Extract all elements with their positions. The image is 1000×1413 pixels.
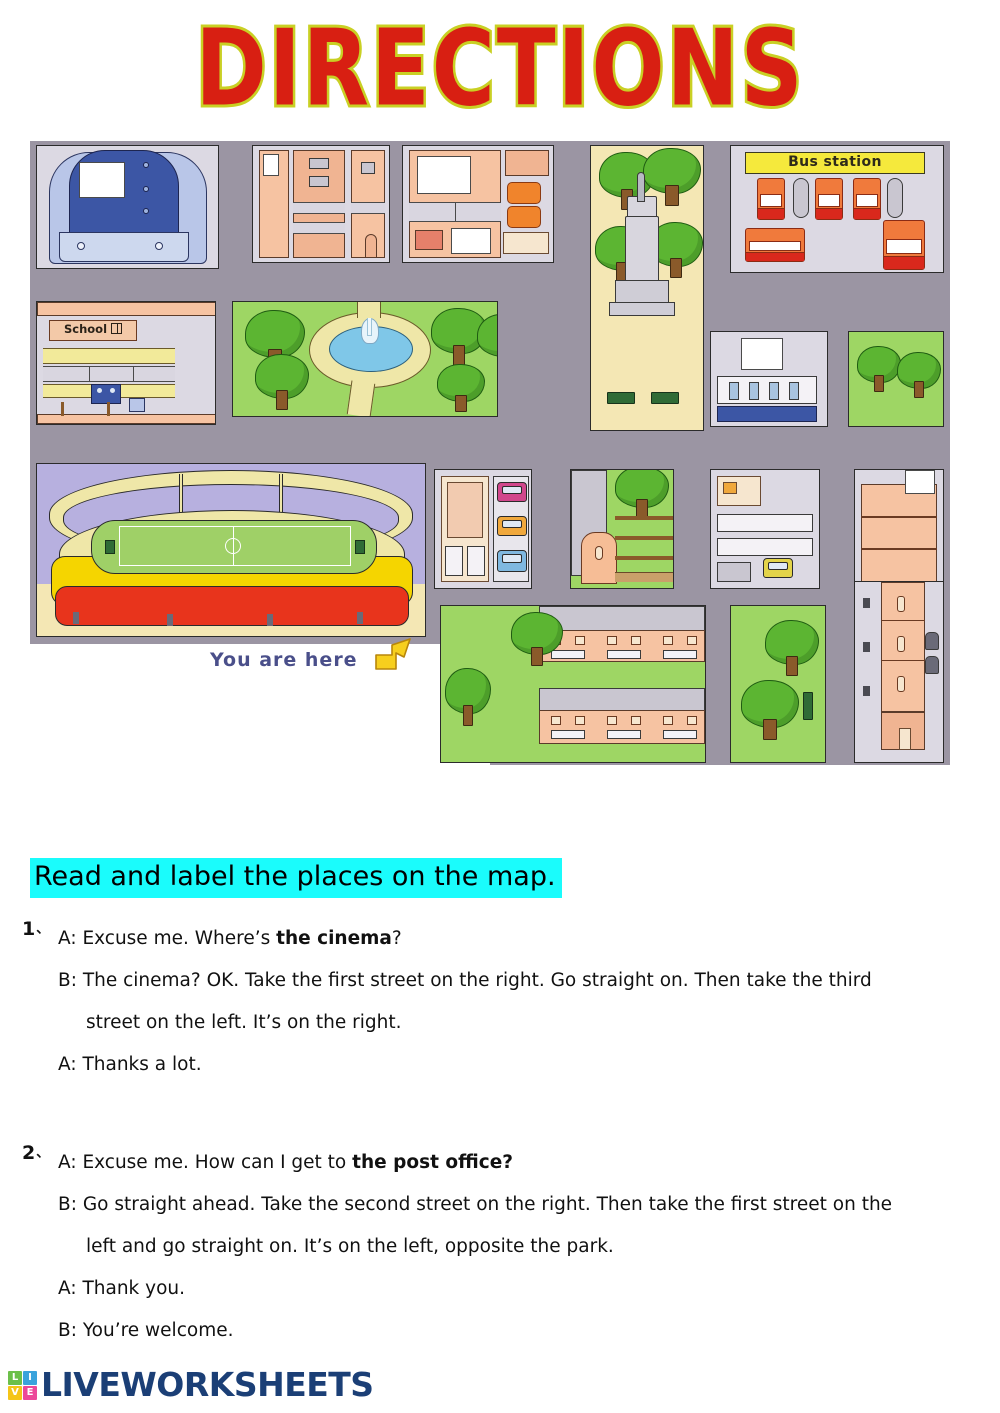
bench-icon <box>607 392 635 404</box>
exercise-2-lines: A: Excuse me. How can I get to the post … <box>22 1142 972 1352</box>
tree-icon <box>255 354 309 410</box>
school-sign-label: School <box>63 322 108 336</box>
tree-icon <box>897 352 941 398</box>
bench-icon <box>651 392 679 404</box>
you-are-here-arrow-icon <box>375 638 411 670</box>
dialogue-line: A: Thank you. <box>58 1278 186 1299</box>
book-icon <box>111 323 123 334</box>
tree-icon <box>437 364 485 412</box>
dialogue-line: B: Go straight ahead. Take the second st… <box>58 1194 893 1215</box>
bus-icon <box>883 220 925 270</box>
tree-icon <box>477 314 497 368</box>
map-block-blue-front-building <box>710 331 828 427</box>
car-icon <box>925 656 939 674</box>
bus-icon <box>815 178 843 220</box>
logo-tile-i: I <box>23 1370 37 1385</box>
map-block-monument-plaza <box>590 145 704 431</box>
exercise-1-number: 1、 <box>22 918 50 940</box>
dialogue-line: B: The cinema? OK. Take the first street… <box>58 970 872 991</box>
map-block-office-buildings <box>252 145 390 263</box>
tree-icon <box>765 620 819 676</box>
bench-icon <box>803 692 813 720</box>
school-sign: School <box>49 320 137 341</box>
car-icon <box>497 516 527 536</box>
logo-tile-e: E <box>23 1385 37 1400</box>
car-icon <box>497 482 527 502</box>
instruction-banner: Read and label the places on the map. <box>30 858 562 898</box>
map-block-car-park <box>434 469 532 589</box>
map-block-shop-yard <box>710 469 820 589</box>
exercise-1: 1、 A: Excuse me. Where’s the cinema? B: … <box>22 918 972 1086</box>
map-block-dome-building <box>36 145 219 269</box>
exercise-2-number: 2、 <box>22 1142 50 1164</box>
car-icon <box>497 550 527 572</box>
tree-icon <box>511 612 563 666</box>
liveworksheets-brand-text: LIVEWORKSHEETS <box>41 1365 374 1404</box>
town-map: Bus station School You are here <box>30 141 950 765</box>
car-icon <box>763 558 793 578</box>
dialogue-line: A: Thanks a lot. <box>58 1054 202 1075</box>
page-title-wrapper: DIRECTIONS <box>0 11 1000 128</box>
bus-icon <box>745 228 805 262</box>
dialogue-line: left and go straight on. It’s on the lef… <box>86 1236 614 1257</box>
map-block-green-right <box>848 331 944 427</box>
map-block-park-fountain <box>232 301 498 417</box>
tree-icon <box>741 680 799 740</box>
exercise-2: 2、 A: Excuse me. How can I get to the po… <box>22 1142 972 1352</box>
bus-station-sign: Bus station <box>745 152 925 174</box>
map-block-school: School <box>36 301 216 425</box>
logo-tile-l: L <box>8 1370 22 1385</box>
tree-icon <box>615 470 669 518</box>
exercise-1-lines: A: Excuse me. Where’s the cinema? B: The… <box>22 918 972 1086</box>
bus-icon <box>853 178 881 220</box>
map-block-house-garden <box>570 469 674 589</box>
car-icon <box>925 632 939 650</box>
bus-icon <box>757 178 785 220</box>
map-block-tall-apartment <box>854 581 944 763</box>
dialogue-line: B: You’re welcome. <box>58 1320 234 1341</box>
page-title: DIRECTIONS <box>193 7 805 130</box>
map-block-stadium <box>36 463 426 637</box>
map-block-apartment-right <box>854 469 944 589</box>
map-block-shops-and-trucks <box>402 145 554 263</box>
map-block-bus-station: Bus station <box>730 145 944 273</box>
you-are-here-label: You are here <box>210 649 358 671</box>
dialogue-line: A: Excuse me. Where’s the cinema? <box>58 928 402 949</box>
liveworksheets-logo-tiles: L I V E <box>8 1370 37 1400</box>
liveworksheets-footer[interactable]: L I V E LIVEWORKSHEETS <box>8 1368 374 1402</box>
statue-icon <box>637 172 645 202</box>
map-block-small-park <box>730 605 826 763</box>
map-block-row-houses <box>440 605 706 763</box>
dialogue-line: street on the left. It’s on the right. <box>86 1012 402 1033</box>
tree-icon <box>445 668 491 726</box>
dialogue-line: A: Excuse me. How can I get to the post … <box>58 1152 513 1173</box>
logo-tile-v: V <box>8 1385 22 1400</box>
tree-icon <box>857 346 901 392</box>
